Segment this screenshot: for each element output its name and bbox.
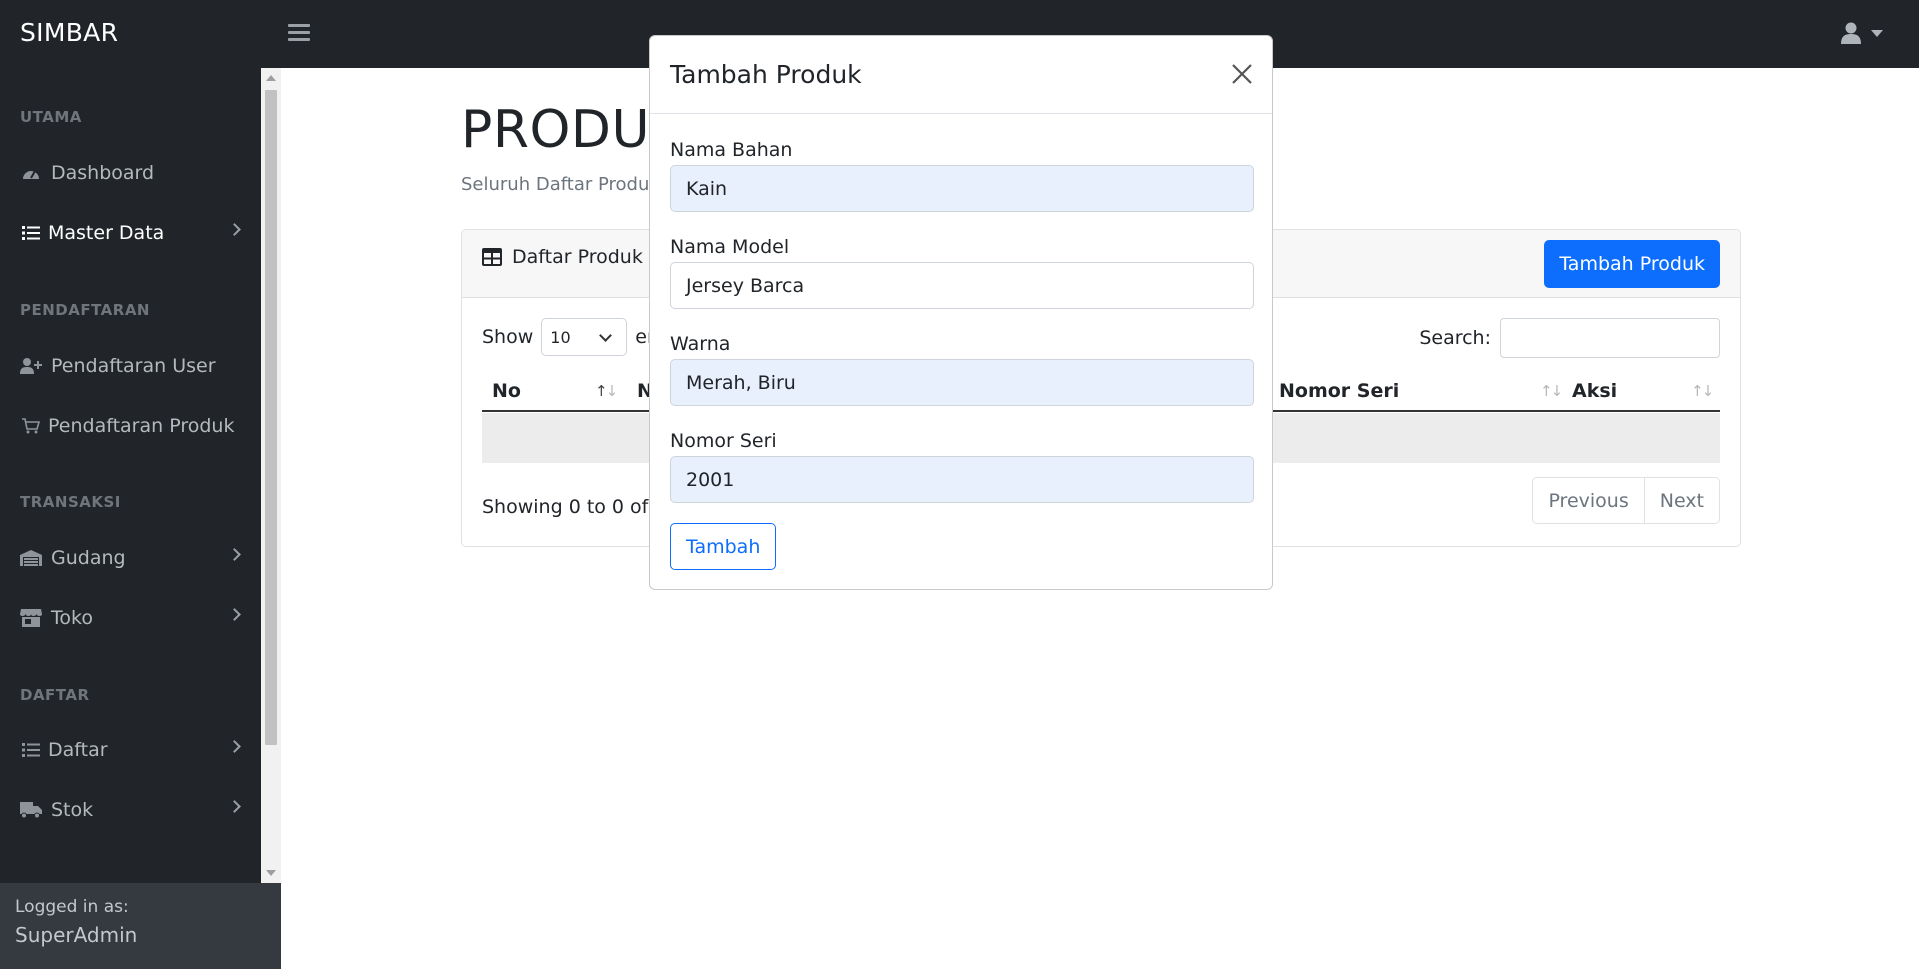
truck-icon	[20, 800, 42, 820]
sort-ascending-icon[interactable]: ↑↓	[595, 382, 618, 400]
sidebar-footer: Logged in as: SuperAdmin	[0, 883, 281, 969]
sidebar-item-toko[interactable]: Toko	[0, 594, 261, 642]
sidebar-item-label: Stok	[51, 799, 94, 821]
chevron-right-icon	[228, 223, 241, 236]
table-icon	[482, 248, 502, 266]
modal-header: Tambah Produk	[650, 36, 1272, 114]
sidebar-item-gudang[interactable]: Gudang	[0, 534, 261, 582]
cart-icon	[20, 416, 42, 436]
store-icon	[20, 608, 42, 628]
nama-model-input[interactable]: Jersey Barca	[670, 262, 1254, 309]
list-icon	[20, 740, 42, 760]
close-icon[interactable]	[1230, 62, 1254, 86]
sort-icon[interactable]: ↑↓	[1540, 382, 1563, 400]
sidebar-item-label: Gudang	[51, 547, 126, 569]
submit-button[interactable]: Tambah	[670, 523, 777, 570]
entries-select[interactable]: 10	[541, 318, 628, 356]
chevron-right-icon	[228, 548, 241, 561]
hamburger-icon	[288, 24, 310, 27]
add-product-modal: Tambah Produk Nama Bahan Kain Nama Model…	[649, 35, 1273, 590]
sort-icon[interactable]: ↑↓	[1691, 382, 1714, 400]
chevron-right-icon	[228, 608, 241, 621]
search-label: Search:	[1419, 327, 1491, 349]
sidebar-heading-transaksi: TRANSAKSI	[20, 493, 121, 511]
form-group-nomor-seri: Nomor Seri 2001	[670, 430, 1254, 503]
entries-value: 10	[550, 328, 571, 347]
column-header-aksi[interactable]: Aksi	[1572, 380, 1617, 402]
warehouse-icon	[20, 548, 42, 568]
search-input[interactable]	[1500, 318, 1720, 358]
sidebar-item-label: Daftar	[48, 739, 108, 761]
add-product-button[interactable]: Tambah Produk	[1544, 240, 1720, 288]
nomor-seri-input[interactable]: 2001	[670, 456, 1254, 503]
card-title: Daftar Produk	[482, 246, 643, 268]
list-icon	[20, 223, 42, 243]
sidebar-item-pendaftaran-produk[interactable]: Pendaftaran Produk	[0, 402, 261, 450]
sidebar-item-label: Pendaftaran User	[51, 355, 216, 377]
brand-logo[interactable]: SIMBAR	[20, 18, 118, 47]
field-label-nama-bahan: Nama Bahan	[670, 139, 793, 161]
sidebar-item-label: Master Data	[48, 222, 165, 244]
column-header-nomor-seri[interactable]: Nomor Seri	[1279, 380, 1399, 402]
field-label-warna: Warna	[670, 333, 731, 355]
sidebar-item-master-data[interactable]: Master Data	[0, 209, 261, 257]
user-icon	[1841, 22, 1861, 44]
scroll-up-arrow-icon[interactable]	[266, 75, 276, 81]
logged-in-label: Logged in as:	[15, 897, 129, 917]
sidebar-heading-pendaftaran: PENDAFTARAN	[20, 301, 150, 319]
logged-in-user: SuperAdmin	[15, 923, 138, 947]
user-menu-dropdown[interactable]	[1841, 22, 1883, 44]
sidebar-item-pendaftaran-user[interactable]: Pendaftaran User	[0, 342, 261, 390]
caret-down-icon	[1871, 29, 1883, 37]
sidebar-heading-daftar: DAFTAR	[20, 686, 90, 704]
sidebar-toggle-button[interactable]	[288, 24, 310, 44]
show-label: Show	[482, 326, 534, 348]
sidebar-item-stok[interactable]: Stok	[0, 786, 261, 834]
form-group-nama-bahan: Nama Bahan Kain	[670, 139, 1254, 212]
sidebar-menu: UTAMA Dashboard Master Data PENDAFTARAN …	[0, 68, 261, 883]
table-search: Search:	[1419, 318, 1720, 358]
modal-title: Tambah Produk	[670, 60, 862, 89]
sidebar-item-label: Pendaftaran Produk	[48, 415, 235, 437]
scroll-down-arrow-icon[interactable]	[266, 870, 276, 876]
field-label-nomor-seri: Nomor Seri	[670, 430, 777, 452]
page-subtitle: Seluruh Daftar Produk	[461, 174, 660, 195]
sidebar-heading-utama: UTAMA	[20, 108, 82, 126]
sidebar-item-label: Dashboard	[51, 162, 155, 184]
form-group-nama-model: Nama Model Jersey Barca	[670, 236, 1254, 309]
sidebar-item-dashboard[interactable]: Dashboard	[0, 149, 261, 197]
user-plus-icon	[20, 356, 42, 376]
warna-input[interactable]: Merah, Biru	[670, 359, 1254, 406]
field-label-nama-model: Nama Model	[670, 236, 790, 258]
card-title-text: Daftar Produk	[512, 246, 643, 268]
nama-bahan-input[interactable]: Kain	[670, 165, 1254, 212]
sidebar-item-label: Toko	[51, 607, 93, 629]
pagination: Previous Next	[1532, 477, 1720, 524]
chevron-right-icon	[228, 740, 241, 753]
sidebar-scrollbar[interactable]	[261, 68, 281, 883]
previous-page-button[interactable]: Previous	[1532, 477, 1645, 524]
scrollbar-thumb[interactable]	[265, 90, 277, 745]
sidebar-item-daftar[interactable]: Daftar	[0, 726, 261, 774]
next-page-button[interactable]: Next	[1644, 477, 1720, 524]
chevron-right-icon	[228, 800, 241, 813]
form-group-warna: Warna Merah, Biru	[670, 333, 1254, 406]
chevron-down-icon	[599, 329, 613, 342]
column-header-no[interactable]: No	[492, 380, 521, 402]
dashboard-icon	[20, 163, 42, 183]
sidebar: UTAMA Dashboard Master Data PENDAFTARAN …	[0, 68, 281, 969]
